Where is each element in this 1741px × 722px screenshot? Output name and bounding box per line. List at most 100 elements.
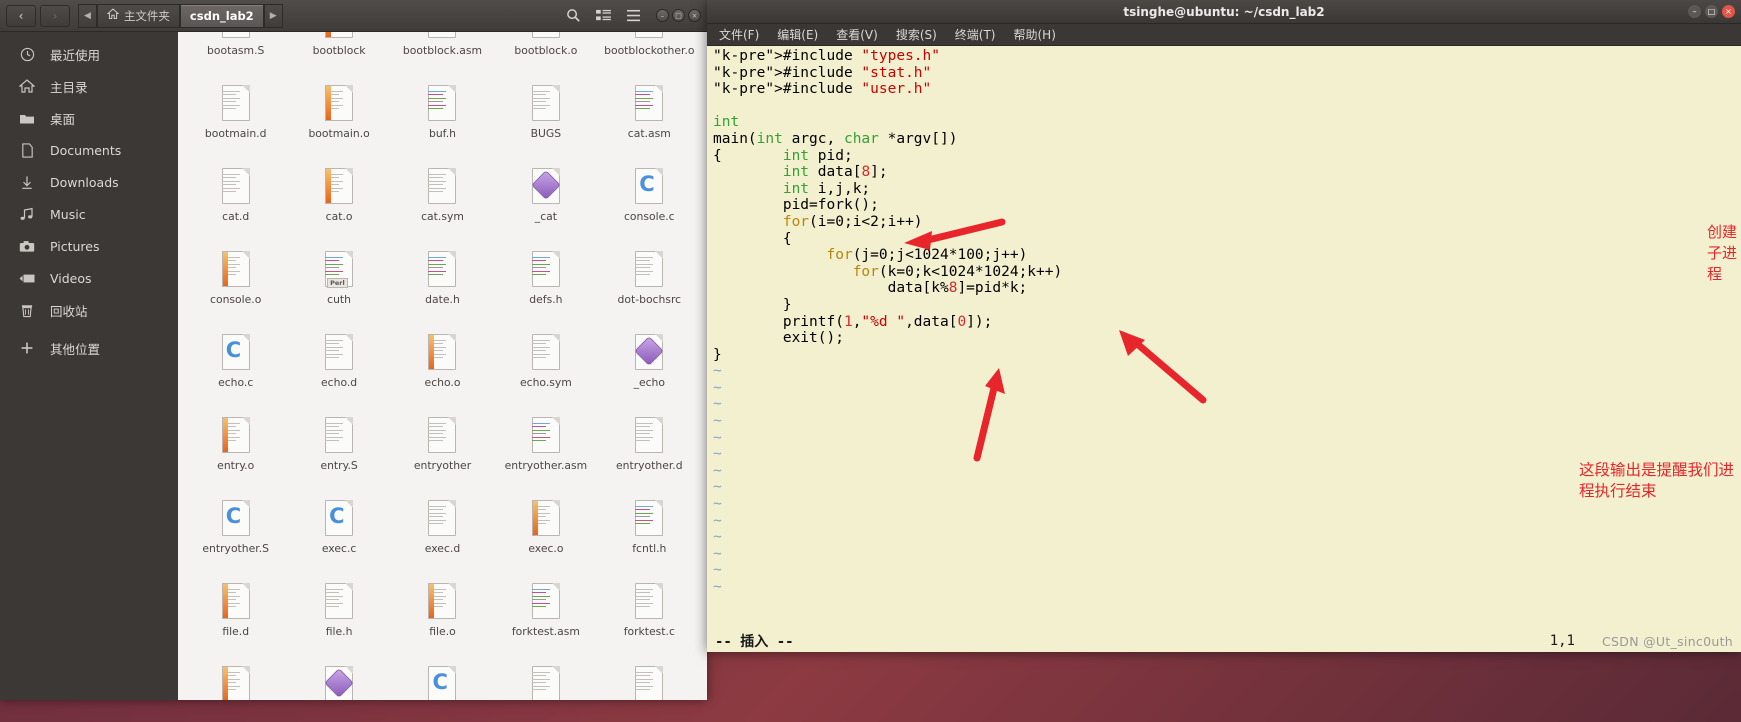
breadcrumb-item-home[interactable]: 主文件夹 — [96, 3, 180, 28]
vim-mode-indicator: -- 插入 -- — [715, 634, 794, 650]
menu-view[interactable]: 查看(V) — [836, 26, 878, 43]
file-item[interactable]: bootmain.o — [287, 81, 390, 164]
terminal-close-button[interactable]: × — [1722, 5, 1735, 18]
file-item[interactable]: Cfs.c — [391, 662, 494, 700]
sidebar-item-recent[interactable]: 最近使用 — [0, 38, 178, 70]
terminal-maximize-button[interactable]: □ — [1705, 5, 1718, 18]
file-item[interactable]: echo.d — [287, 330, 390, 413]
file-item[interactable]: echo.sym — [494, 330, 597, 413]
file-item[interactable]: _forktest — [287, 662, 390, 700]
file-grid-area[interactable]: bootasm.S bootblock bootblock.asm bootblock… — [178, 32, 707, 700]
file-item[interactable]: bootmain.d — [184, 81, 287, 164]
file-name-label: entry.o — [217, 459, 255, 472]
file-item[interactable]: forktest.c — [598, 579, 701, 662]
file-item[interactable]: fcntl.h — [598, 496, 701, 579]
file-item[interactable]: echo.o — [391, 330, 494, 413]
hamburger-menu-icon[interactable] — [620, 5, 646, 27]
file-item[interactable]: Cexec.c — [287, 496, 390, 579]
file-name-label: bootblock.o — [514, 44, 578, 57]
file-item[interactable]: Cconsole.c — [598, 164, 701, 247]
terminal-minimize-button[interactable]: – — [1688, 5, 1701, 18]
code-line: { int pid; — [713, 147, 853, 164]
annotation-create-child-process: 创建子进程 — [1707, 223, 1738, 283]
file-item[interactable]: console.o — [184, 247, 287, 330]
sidebar-item-downloads[interactable]: Downloads — [0, 166, 178, 198]
code-file-icon — [528, 415, 564, 459]
maximize-button[interactable]: □ — [672, 9, 685, 22]
sidebar-item-music[interactable]: Music — [0, 198, 178, 230]
sidebar-label: Documents — [50, 142, 122, 158]
sidebar-item-home[interactable]: 主目录 — [0, 70, 178, 102]
file-item[interactable]: entry.S — [287, 413, 390, 496]
sidebar-item-trash[interactable]: 回收站 — [0, 294, 178, 326]
file-name-label: file.d — [222, 625, 250, 638]
breadcrumb-item-current[interactable]: csdn_lab2 — [179, 3, 264, 28]
file-item[interactable]: fs.d — [494, 662, 597, 700]
file-item[interactable]: BUGS — [494, 81, 597, 164]
file-item[interactable]: Perl cuth — [287, 247, 390, 330]
file-item[interactable]: file.d — [184, 579, 287, 662]
file-item[interactable]: cat.o — [287, 164, 390, 247]
file-item[interactable]: bootblock — [287, 32, 390, 81]
sidebar-item-desktop[interactable]: 桌面 — [0, 102, 178, 134]
file-item[interactable]: _echo — [598, 330, 701, 413]
menu-file[interactable]: 文件(F) — [719, 26, 759, 43]
file-item[interactable]: cat.d — [184, 164, 287, 247]
file-item[interactable]: forktest.asm — [494, 579, 597, 662]
forward-button[interactable]: › — [40, 4, 70, 27]
breadcrumb-prev-button[interactable]: ◀ — [78, 3, 97, 28]
terminal-titlebar[interactable]: tsinghe@ubuntu: ~/csdn_lab2 – □ × — [707, 0, 1741, 24]
menu-terminal[interactable]: 终端(T) — [955, 26, 996, 43]
menu-edit[interactable]: 编辑(E) — [777, 26, 818, 43]
code-line: pid=fork(); — [713, 197, 879, 214]
file-item[interactable]: buf.h — [391, 81, 494, 164]
sidebar-item-other-locations[interactable]: 其他位置 — [0, 332, 178, 364]
code-line: "k-pre">#include "stat.h" — [713, 64, 932, 81]
breadcrumb-next-button[interactable]: ▶ — [263, 3, 283, 28]
file-item[interactable]: defs.h — [494, 247, 597, 330]
file-item[interactable]: file.o — [391, 579, 494, 662]
file-item[interactable]: dot-bochsrc — [598, 247, 701, 330]
file-item[interactable]: entryother.asm — [494, 413, 597, 496]
file-item[interactable]: cat.sym — [391, 164, 494, 247]
file-item[interactable]: entryother — [391, 413, 494, 496]
file-name-label: bootmain.o — [308, 127, 370, 140]
back-button[interactable]: ‹ — [6, 4, 36, 27]
search-icon[interactable] — [560, 5, 586, 27]
object-file-icon — [424, 332, 460, 376]
file-item[interactable]: exec.o — [494, 496, 597, 579]
file-item[interactable]: file.h — [287, 579, 390, 662]
file-item[interactable]: entry.o — [184, 413, 287, 496]
file-item[interactable]: _cat — [494, 164, 597, 247]
vim-editor-screen[interactable]: "k-pre">#include "types.h" "k-pre">#inclu… — [707, 46, 1741, 652]
sidebar-item-documents[interactable]: Documents — [0, 134, 178, 166]
menu-search[interactable]: 搜索(S) — [896, 26, 937, 43]
file-item[interactable]: Cecho.c — [184, 330, 287, 413]
sidebar-label: 桌面 — [50, 111, 76, 127]
minimize-button[interactable]: – — [656, 9, 669, 22]
file-item[interactable]: entryother.d — [598, 413, 701, 496]
file-item[interactable]: Centryother.S — [184, 496, 287, 579]
file-name-label: _echo — [633, 376, 666, 389]
download-icon — [18, 175, 36, 190]
file-name-label: cat.d — [222, 210, 250, 223]
file-item[interactable]: bootblock.o — [494, 32, 597, 81]
file-item[interactable]: bootblock.asm — [391, 32, 494, 81]
file-item[interactable]: cat.asm — [598, 81, 701, 164]
file-item[interactable]: exec.d — [391, 496, 494, 579]
sidebar-item-pictures[interactable]: Pictures — [0, 230, 178, 262]
c-source-icon: C — [424, 664, 460, 700]
view-grid-icon[interactable] — [590, 5, 616, 27]
file-item[interactable]: forktest.o — [184, 662, 287, 700]
file-name-label: file.o — [429, 625, 456, 638]
code-file-icon — [424, 32, 460, 44]
menu-help[interactable]: 帮助(H) — [1014, 26, 1056, 43]
file-item[interactable]: fs.h — [598, 662, 701, 700]
sidebar-item-videos[interactable]: Videos — [0, 262, 178, 294]
file-item[interactable]: bootasm.S — [184, 32, 287, 81]
file-item[interactable]: bootblockother.o — [598, 32, 701, 81]
close-button[interactable]: × — [688, 9, 701, 22]
file-item[interactable]: date.h — [391, 247, 494, 330]
vim-empty-line-marker: ~ — [713, 545, 722, 562]
